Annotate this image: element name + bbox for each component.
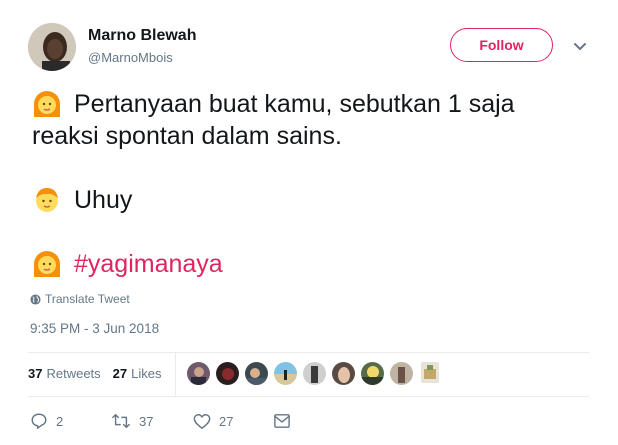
boy-emoji: [32, 185, 62, 215]
author-name[interactable]: Marno Blewah: [88, 27, 196, 45]
tweet-line-3: Uhuy: [74, 186, 133, 214]
tweet-line: Pertanyaan buat kamu, sebutkan 1 saja: [32, 88, 592, 120]
liker-avatar[interactable]: [303, 362, 326, 385]
retweets-label: Retweets: [46, 366, 101, 381]
author-handle[interactable]: @MarnoMbois: [88, 50, 173, 65]
tweet-stats: 37 Retweets 27 Likes: [28, 366, 174, 381]
retweet-count: 37: [139, 413, 154, 429]
divider: [28, 396, 589, 397]
likes-count: 27: [112, 366, 128, 381]
retweets-count: 37: [28, 366, 43, 381]
liker-avatar[interactable]: [274, 362, 297, 385]
woman-emoji: [32, 249, 62, 279]
likes-label: Likes: [131, 366, 162, 381]
like-button[interactable]: 27: [193, 413, 273, 430]
tweet-text: Pertanyaan buat kamu, sebutkan 1 saja re…: [32, 88, 592, 280]
tweet-timestamp[interactable]: 9:35 PM - 3 Jun 2018: [30, 321, 159, 336]
like-count: 27: [219, 413, 234, 429]
reply-icon: [31, 413, 47, 429]
woman-emoji: [32, 89, 62, 119]
liker-avatar[interactable]: [332, 362, 355, 385]
caret-down-icon[interactable]: [572, 38, 588, 54]
stats-separator: [175, 352, 176, 396]
reply-button[interactable]: 2: [30, 412, 111, 430]
divider: [28, 352, 589, 353]
direct-message-icon: [274, 414, 290, 428]
liker-avatar[interactable]: [390, 362, 413, 385]
likes-stat[interactable]: 27 Likes: [113, 366, 162, 381]
liker-avatar[interactable]: [361, 362, 384, 385]
liker-avatar[interactable]: [245, 362, 268, 385]
follow-button[interactable]: Follow: [450, 28, 553, 62]
tweet-line: reaksi spontan dalam sains.: [32, 120, 592, 152]
retweet-icon: [112, 413, 130, 429]
reply-count: 2: [56, 413, 64, 429]
likers-avatars: [187, 362, 445, 385]
retweet-button[interactable]: 37: [111, 412, 193, 430]
liker-avatar[interactable]: [421, 362, 439, 383]
tweet-actions: 2 37 27: [30, 412, 299, 430]
heart-icon: [193, 413, 211, 429]
globe-icon: [30, 293, 41, 305]
tweet-line-1: Pertanyaan buat kamu, sebutkan 1 saja: [74, 90, 515, 118]
tweet-line: Uhuy: [32, 184, 592, 216]
author-avatar[interactable]: [28, 23, 76, 71]
direct-message-button[interactable]: [273, 413, 299, 429]
tweet-line: #yagimanaya: [32, 248, 592, 280]
tweet-line-2: reaksi spontan dalam sains.: [32, 122, 342, 150]
liker-avatar[interactable]: [187, 362, 210, 385]
liker-avatar[interactable]: [216, 362, 239, 385]
retweets-stat[interactable]: 37 Retweets: [28, 366, 101, 381]
translate-label[interactable]: Translate Tweet: [45, 292, 130, 306]
translate-tweet-link[interactable]: Translate Tweet: [30, 292, 130, 306]
hashtag-link[interactable]: #yagimanaya: [74, 248, 223, 280]
